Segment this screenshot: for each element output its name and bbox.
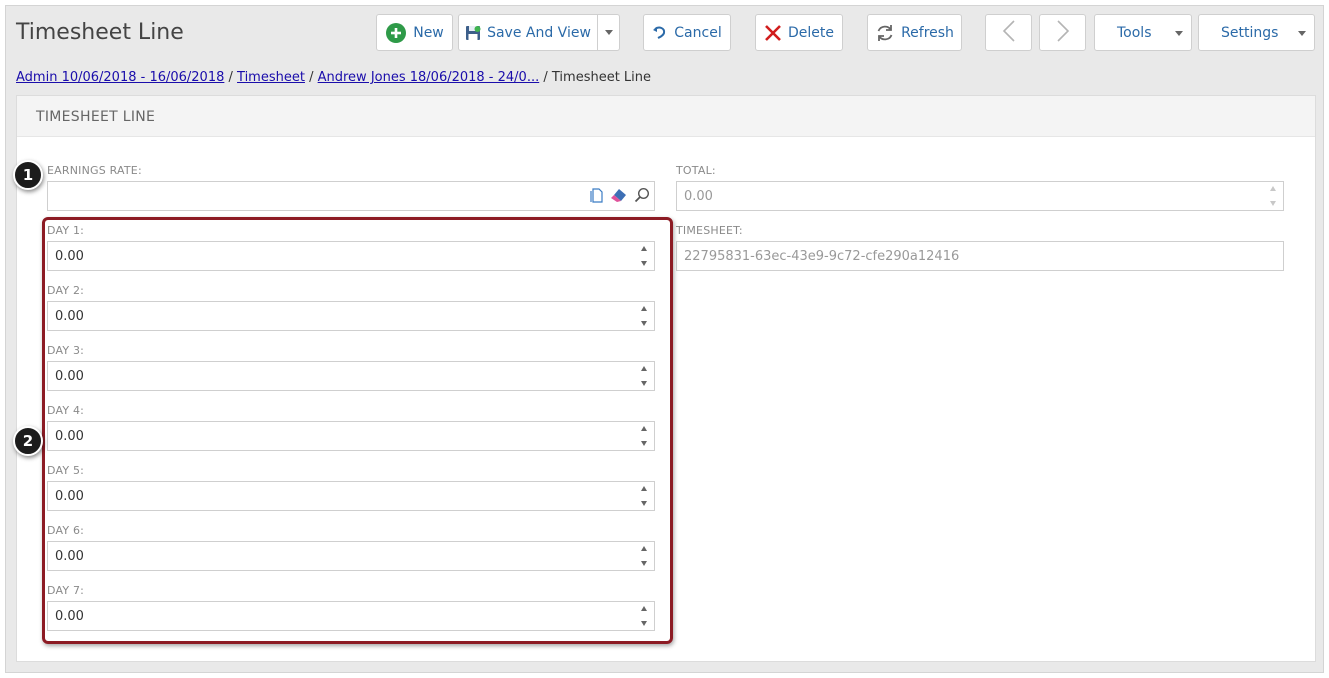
page-title: Timesheet Line [16,20,184,45]
day-7-label: DAY 7: [47,584,85,597]
cancel-button[interactable]: Cancel [643,14,731,51]
breadcrumb-link-andrew-jones[interactable]: Andrew Jones 18/06/2018 - 24/0... [318,70,540,85]
next-record-button[interactable] [1039,14,1086,51]
tools-menu-label: Tools [1117,24,1152,41]
breadcrumb-separator: / [539,70,552,85]
spin-up-icon[interactable] [641,246,647,251]
day-5-input[interactable]: 0.00 [47,481,655,511]
x-icon [764,24,782,42]
refresh-icon [875,23,895,43]
breadcrumb-separator: / [224,70,238,85]
breadcrumb-link-timesheet[interactable]: Timesheet [237,70,305,85]
chevron-down-icon [1175,31,1183,36]
new-button[interactable]: New [376,14,453,51]
day-1-value: 0.00 [55,248,84,264]
new-button-label: New [413,24,444,41]
day-1-spinner[interactable] [640,246,648,266]
day-6-label: DAY 6: [47,524,85,537]
total-value: 0.00 [684,188,713,204]
total-spinner [1269,186,1277,206]
day-2-value: 0.00 [55,308,84,324]
day-7-value: 0.00 [55,608,84,624]
app-frame: Timesheet Line New Save And View Cancel … [5,5,1324,673]
copy-icon[interactable] [590,187,603,207]
lookup-actions [590,187,650,207]
day-6-input[interactable]: 0.00 [47,541,655,571]
eraser-icon[interactable] [610,188,627,207]
day-3-value: 0.00 [55,368,84,384]
save-and-view-button[interactable]: Save And View [458,14,598,51]
day-4-value: 0.00 [55,428,84,444]
spin-down-icon[interactable] [641,501,647,506]
day-5-spinner[interactable] [640,486,648,506]
earnings-rate-lookup[interactable] [47,181,655,211]
chevron-right-icon [1056,19,1070,47]
timesheet-line-panel: TIMESHEET LINE EARNINGS RATE: TOTAL: 0.0… [16,95,1316,662]
day-4-label: DAY 4: [47,404,85,417]
spin-down-icon [1270,201,1276,206]
day-1-input[interactable]: 0.00 [47,241,655,271]
callout-marker-1: 1 [13,160,43,190]
day-6-spinner[interactable] [640,546,648,566]
spin-down-icon[interactable] [641,441,647,446]
settings-menu-label: Settings [1221,24,1279,41]
panel-header: TIMESHEET LINE [17,96,1315,137]
plus-circle-icon [385,22,407,44]
breadcrumb: Admin 10/06/2018 - 16/06/2018 / Timeshee… [16,70,651,85]
refresh-button[interactable]: Refresh [867,14,962,51]
timesheet-value: 22795831-63ec-43e9-9c72-cfe290a12416 [684,248,960,264]
previous-record-button[interactable] [985,14,1032,51]
timesheet-label: TIMESHEET: [676,224,743,237]
delete-button-label: Delete [788,24,834,41]
spin-up-icon[interactable] [641,606,647,611]
day-5-value: 0.00 [55,488,84,504]
save-icon [465,25,481,41]
day-7-input[interactable]: 0.00 [47,601,655,631]
chevron-down-icon [604,30,613,35]
spin-down-icon[interactable] [641,561,647,566]
day-2-input[interactable]: 0.00 [47,301,655,331]
spin-up-icon [1270,186,1276,191]
day-3-spinner[interactable] [640,366,648,386]
earnings-rate-label: EARNINGS RATE: [47,164,142,177]
search-icon[interactable] [634,187,650,207]
undo-icon [652,25,668,41]
cancel-button-label: Cancel [674,24,722,41]
spin-down-icon[interactable] [641,621,647,626]
chevron-down-icon [1298,31,1306,36]
day-5-label: DAY 5: [47,464,85,477]
day-4-input[interactable]: 0.00 [47,421,655,451]
spin-up-icon[interactable] [641,366,647,371]
breadcrumb-current: Timesheet Line [551,70,652,85]
chevron-left-icon [1002,19,1016,47]
spin-down-icon[interactable] [641,261,647,266]
day-1-label: DAY 1: [47,224,85,237]
spin-up-icon[interactable] [641,306,647,311]
day-2-label: DAY 2: [47,284,85,297]
day-7-spinner[interactable] [640,606,648,626]
total-label: TOTAL: [676,164,716,177]
day-2-spinner[interactable] [640,306,648,326]
day-6-value: 0.00 [55,548,84,564]
save-options-dropdown[interactable] [598,14,620,51]
day-4-spinner[interactable] [640,426,648,446]
spin-down-icon[interactable] [641,321,647,326]
breadcrumb-link-admin-timesheet[interactable]: Admin 10/06/2018 - 16/06/2018 [16,70,224,85]
total-field: 0.00 [676,181,1284,211]
spin-up-icon[interactable] [641,546,647,551]
spin-up-icon[interactable] [641,426,647,431]
tools-menu-button[interactable]: Tools [1094,14,1192,51]
day-3-label: DAY 3: [47,344,85,357]
save-and-view-label: Save And View [487,24,591,41]
spin-down-icon[interactable] [641,381,647,386]
callout-marker-2: 2 [13,426,43,456]
timesheet-field: 22795831-63ec-43e9-9c72-cfe290a12416 [676,241,1284,271]
refresh-button-label: Refresh [901,24,954,41]
spin-up-icon[interactable] [641,486,647,491]
breadcrumb-separator: / [304,70,318,85]
day-3-input[interactable]: 0.00 [47,361,655,391]
delete-button[interactable]: Delete [755,14,843,51]
settings-menu-button[interactable]: Settings [1198,14,1315,51]
